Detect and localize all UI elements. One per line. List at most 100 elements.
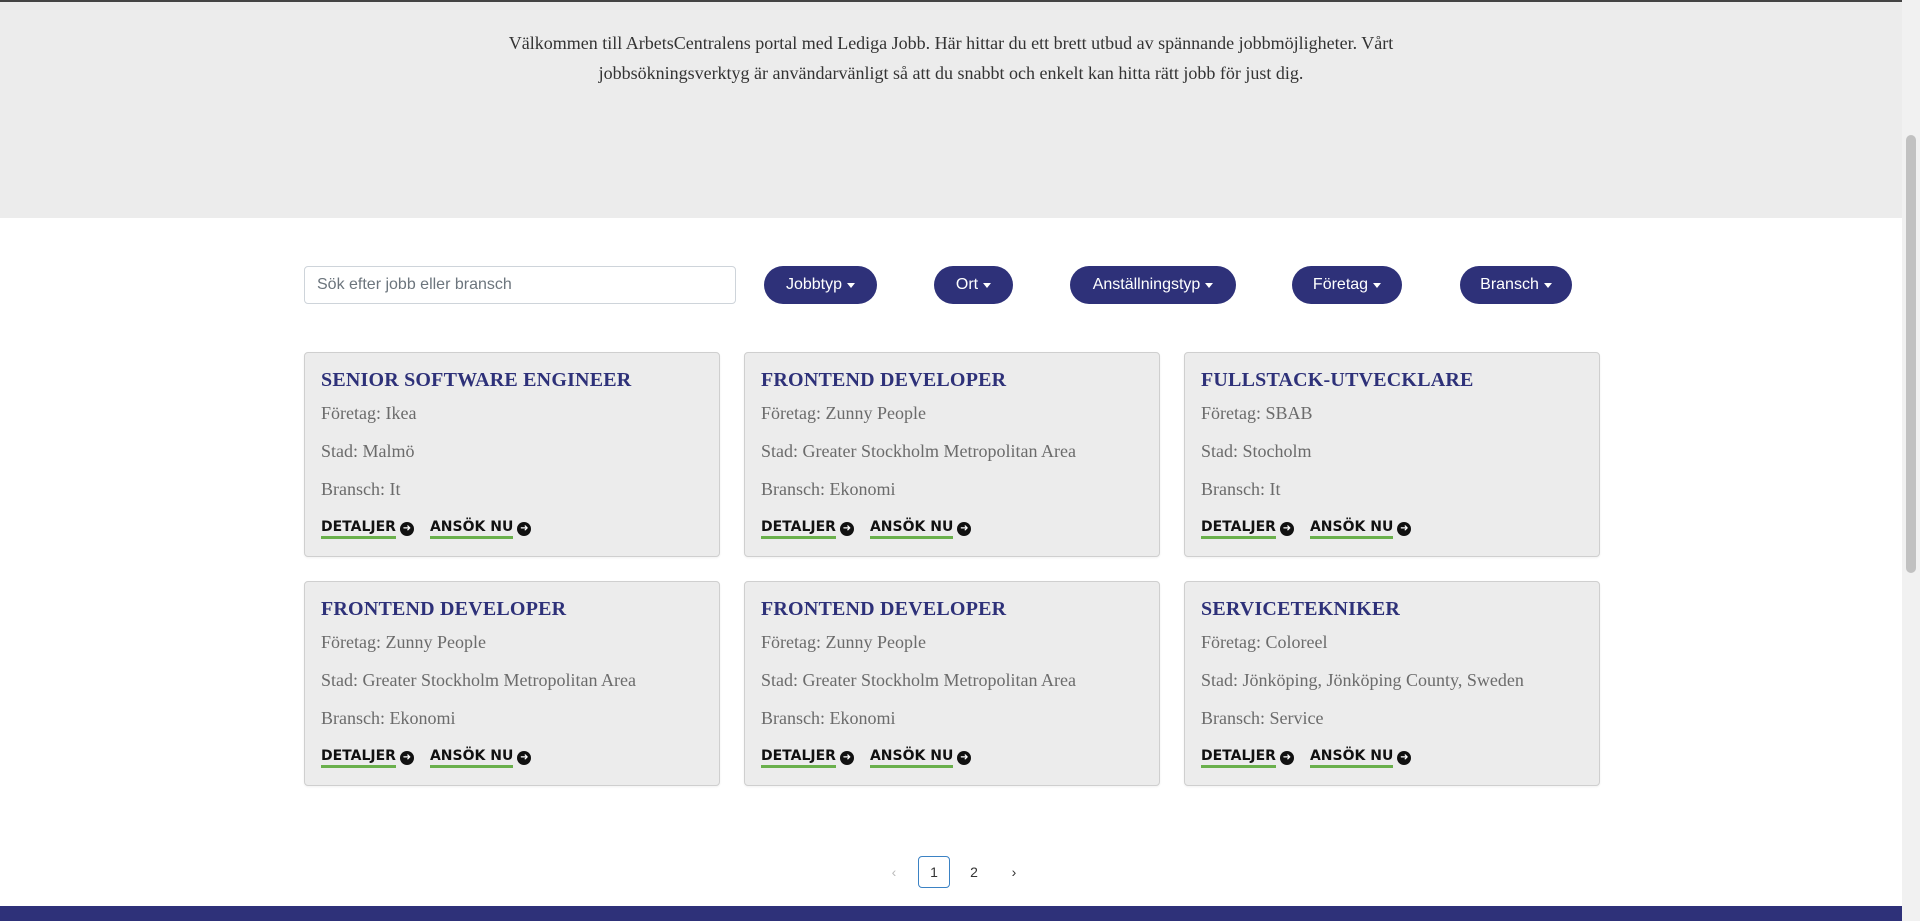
job-industry: Bransch: Ekonomi [761,479,895,500]
filter-foretag-dropdown[interactable]: Företag [1292,266,1402,304]
job-city: Stad: Stocholm [1201,441,1312,462]
industry-label: Bransch: [761,479,825,499]
details-link[interactable]: DETALJER ➜ [761,519,854,539]
prev-page-button[interactable]: ‹ [878,856,910,888]
job-company: Företag: Coloreel [1201,632,1327,653]
footer [0,906,1902,921]
apply-label: ANSÖK NU [429,748,514,768]
company-label: Företag: [1201,403,1261,423]
job-listing-section: Jobbtyp Ort Anställningstyp Företag Bran… [0,218,1902,906]
industry-value: Ekonomi [389,708,456,728]
job-title: SENIOR SOFTWARE ENGINEER [321,369,632,391]
job-industry: Bransch: Service [1201,708,1323,729]
apply-label: ANSÖK NU [429,519,514,539]
arrow-right-circle-icon: ➜ [1279,751,1294,765]
details-link[interactable]: DETALJER ➜ [321,519,414,539]
arrow-right-circle-icon: ➜ [399,751,414,765]
company-label: Företag: [761,403,821,423]
details-label: DETALJER [1201,519,1276,539]
next-page-button[interactable]: › [998,856,1030,888]
industry-label: Bransch: [1201,708,1265,728]
industry-value: Ekonomi [829,479,896,499]
job-card: FULLSTACK-UTVECKLARE Företag: SBAB Stad:… [1184,352,1600,557]
city-value: Greater Stockholm Metropolitan Area [362,670,636,690]
filter-jobbtyp-dropdown[interactable]: Jobbtyp [764,266,877,304]
filter-bransch-dropdown[interactable]: Bransch [1460,266,1572,304]
job-actions: DETALJER ➜ ANSÖK NU ➜ [321,748,532,768]
arrow-right-circle-icon: ➜ [399,522,414,536]
filter-label: Jobbtyp [785,276,843,293]
filter-label: Ort [955,276,979,293]
job-title: FULLSTACK-UTVECKLARE [1201,369,1474,391]
city-value: Greater Stockholm Metropolitan Area [802,670,1076,690]
job-actions: DETALJER ➜ ANSÖK NU ➜ [321,519,532,539]
caret-down-icon [847,282,856,288]
apply-link[interactable]: ANSÖK NU ➜ [1309,519,1412,539]
job-company: Företag: Zunny People [761,403,926,424]
arrow-right-circle-icon: ➜ [1279,522,1294,536]
arrow-right-circle-icon: ➜ [1397,522,1412,536]
job-card: SENIOR SOFTWARE ENGINEER Företag: Ikea S… [304,352,720,557]
industry-label: Bransch: [321,479,385,499]
filter-label: Bransch [1480,276,1539,293]
company-value: Coloreel [1265,632,1328,652]
apply-link[interactable]: ANSÖK NU ➜ [1309,748,1412,768]
scrollbar-thumb[interactable] [1906,135,1916,573]
company-value: Zunny People [825,632,927,652]
filter-label: Anställningstyp [1092,276,1201,293]
arrow-right-circle-icon: ➜ [957,522,972,536]
apply-link[interactable]: ANSÖK NU ➜ [429,748,532,768]
company-label: Företag: [321,403,381,423]
filter-label: Företag [1312,276,1369,293]
job-title: FRONTEND DEVELOPER [761,598,1007,620]
hero-banner: Välkommen till ArbetsCentralens portal m… [0,2,1902,218]
arrow-right-circle-icon: ➜ [839,751,854,765]
job-city: Stad: Greater Stockholm Metropolitan Are… [761,441,1076,462]
apply-label: ANSÖK NU [1309,748,1394,768]
job-industry: Bransch: Ekonomi [321,708,455,729]
apply-link[interactable]: ANSÖK NU ➜ [429,519,532,539]
details-link[interactable]: DETALJER ➜ [761,748,854,768]
page-2-button[interactable]: 2 [958,856,990,888]
industry-label: Bransch: [321,708,385,728]
industry-value: Service [1269,708,1324,728]
search-input[interactable] [304,266,736,304]
job-actions: DETALJER ➜ ANSÖK NU ➜ [761,748,972,768]
details-link[interactable]: DETALJER ➜ [1201,519,1294,539]
apply-link[interactable]: ANSÖK NU ➜ [869,519,972,539]
job-title: FRONTEND DEVELOPER [321,598,567,620]
arrow-right-circle-icon: ➜ [517,751,532,765]
city-value: Greater Stockholm Metropolitan Area [802,441,1076,461]
company-label: Företag: [761,632,821,652]
page-1-button[interactable]: 1 [918,856,950,888]
industry-label: Bransch: [761,708,825,728]
city-value: Malmö [362,441,415,461]
details-link[interactable]: DETALJER ➜ [1201,748,1294,768]
city-label: Stad: [321,670,359,690]
pagination: ‹ 1 2 › [878,856,1030,888]
job-city: Stad: Greater Stockholm Metropolitan Are… [321,670,636,691]
job-card: SERVICETEKNIKER Företag: Coloreel Stad: … [1184,581,1600,786]
filter-ort-dropdown[interactable]: Ort [934,266,1013,304]
job-industry: Bransch: It [321,479,400,500]
city-value: Stocholm [1242,441,1312,461]
job-title: FRONTEND DEVELOPER [761,369,1007,391]
arrow-right-circle-icon: ➜ [839,522,854,536]
details-link[interactable]: DETALJER ➜ [321,748,414,768]
filter-anstallningstyp-dropdown[interactable]: Anställningstyp [1070,266,1236,304]
city-value: Jönköping, Jönköping County, Sweden [1242,670,1524,690]
company-value: Ikea [385,403,417,423]
caret-down-icon [1205,282,1214,288]
apply-link[interactable]: ANSÖK NU ➜ [869,748,972,768]
hero-intro-text: Välkommen till ArbetsCentralens portal m… [508,33,1394,83]
job-company: Företag: SBAB [1201,403,1313,424]
industry-value: Ekonomi [829,708,896,728]
industry-label: Bransch: [1201,479,1265,499]
company-label: Företag: [1201,632,1261,652]
caret-down-icon [1373,282,1382,288]
apply-label: ANSÖK NU [1309,519,1394,539]
vertical-scrollbar[interactable] [1902,0,1920,921]
apply-label: ANSÖK NU [869,519,954,539]
arrow-right-circle-icon: ➜ [1397,751,1412,765]
city-label: Stad: [1201,670,1239,690]
